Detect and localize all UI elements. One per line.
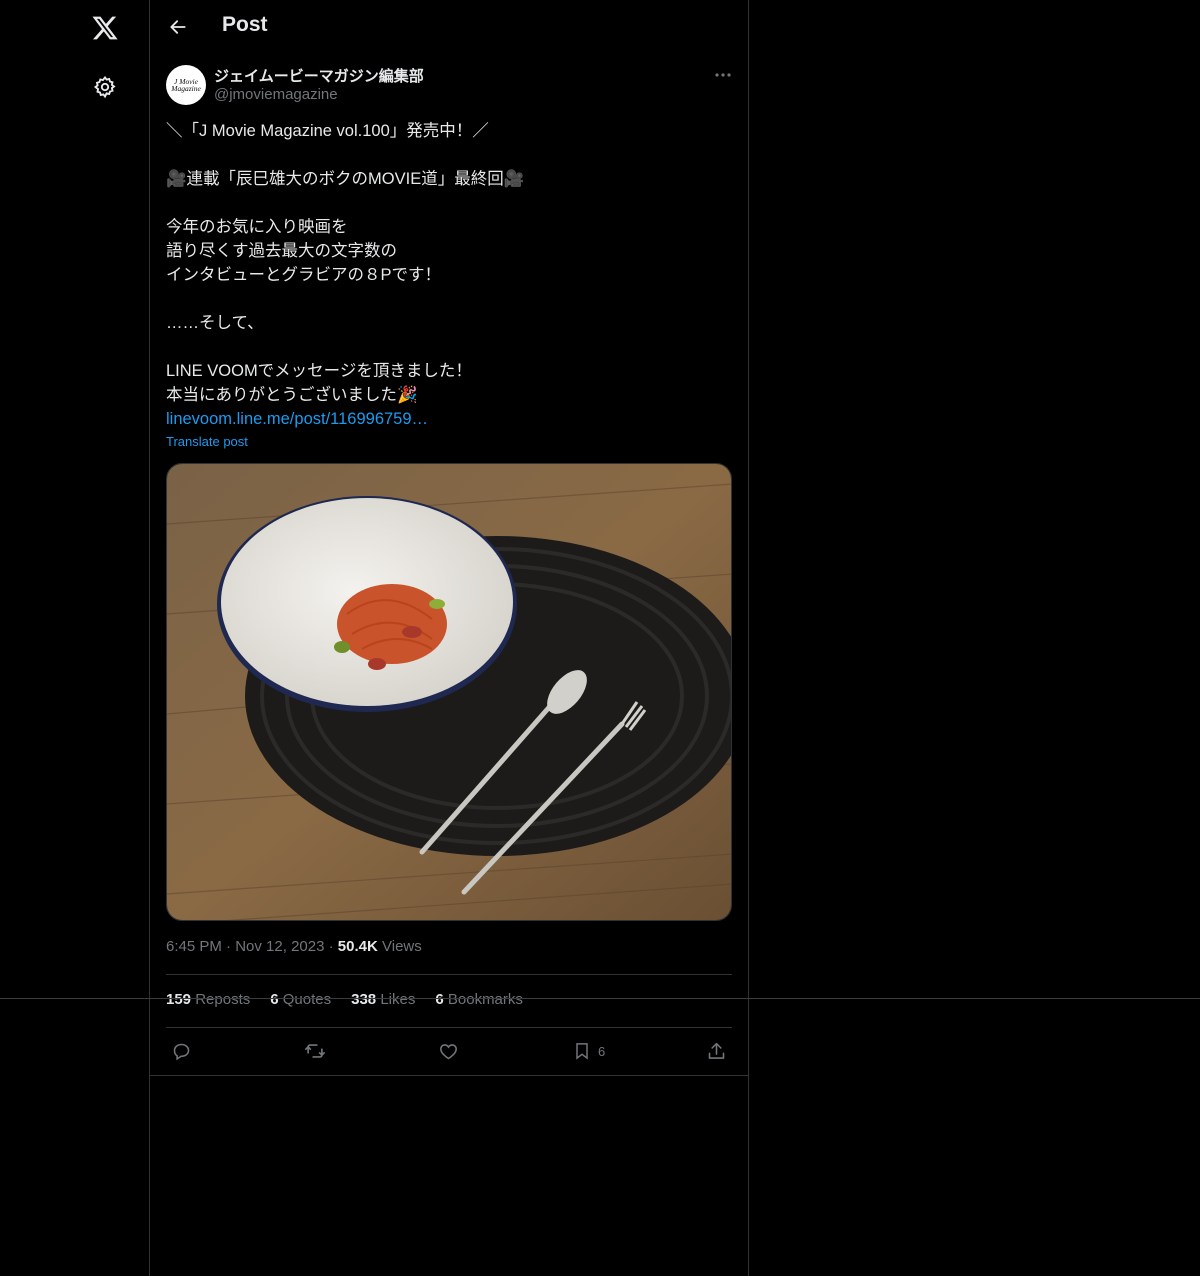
reply-icon[interactable] bbox=[171, 1038, 192, 1064]
quotes-label: Quotes bbox=[282, 991, 332, 1008]
bookmarks-count: 6 bbox=[435, 991, 444, 1008]
likes-count: 338 bbox=[351, 991, 377, 1008]
bookmark-count: 6 bbox=[598, 1043, 606, 1059]
back-arrow-icon[interactable] bbox=[164, 13, 192, 41]
post-column: Post J Movie Magazine ジェイムービーマガジン編集部 @jm… bbox=[150, 0, 749, 1276]
post-meta: 6:45 PM · Nov 12, 2023 · 50.4K Views bbox=[166, 938, 422, 955]
post-image[interactable] bbox=[166, 463, 732, 921]
bookmark-button[interactable]: 6 bbox=[572, 1038, 605, 1064]
meta-separator: · bbox=[226, 938, 236, 955]
post-link[interactable]: linevoom.line.me/post/116996759… bbox=[166, 407, 428, 431]
page-title: Post bbox=[222, 13, 268, 36]
gear-icon[interactable] bbox=[92, 74, 118, 100]
translate-post-link[interactable]: Translate post bbox=[166, 434, 248, 449]
views-label: Views bbox=[382, 938, 422, 955]
post-header: Post bbox=[150, 0, 748, 54]
repost-icon[interactable] bbox=[304, 1038, 326, 1064]
reposts-label: Reposts bbox=[195, 991, 251, 1008]
bookmark-icon bbox=[576, 1043, 588, 1060]
x-logo-icon[interactable] bbox=[88, 11, 122, 45]
author-handle[interactable]: @jmoviemagazine bbox=[214, 86, 338, 103]
meta-separator-2: · bbox=[328, 938, 338, 955]
author-name[interactable]: ジェイムービーマガジン編集部 bbox=[214, 65, 424, 86]
likes-label: Likes bbox=[380, 991, 416, 1008]
page: Post J Movie Magazine ジェイムービーマガジン編集部 @jm… bbox=[0, 0, 1200, 1276]
likes-stat[interactable]: 338 Likes bbox=[351, 991, 415, 1008]
quotes-stat[interactable]: 6 Quotes bbox=[270, 991, 331, 1008]
share-icon[interactable] bbox=[706, 1038, 727, 1064]
like-icon[interactable] bbox=[438, 1038, 459, 1064]
divider-3 bbox=[150, 1075, 748, 1076]
divider bbox=[166, 974, 732, 975]
divider-2 bbox=[166, 1027, 732, 1028]
more-icon[interactable] bbox=[710, 64, 736, 86]
post-time[interactable]: 6:45 PM bbox=[166, 938, 222, 955]
left-nav bbox=[0, 0, 150, 1276]
bookmarks-label: Bookmarks bbox=[447, 991, 523, 1008]
reposts-count: 159 bbox=[166, 991, 192, 1008]
post-text: ＼「J Movie Magazine vol.100」発売中！／ 🎥連載「辰巳雄… bbox=[166, 122, 525, 404]
post-date[interactable]: Nov 12, 2023 bbox=[235, 938, 324, 955]
avatar-logo-text: J Movie Magazine bbox=[171, 77, 201, 93]
horizontal-rule bbox=[0, 998, 1200, 999]
views-count: 50.4K bbox=[337, 938, 378, 955]
quotes-count: 6 bbox=[270, 991, 279, 1008]
action-bar: 6 bbox=[166, 1036, 732, 1066]
reposts-stat[interactable]: 159 Reposts bbox=[166, 991, 250, 1008]
bookmarks-stat[interactable]: 6 Bookmarks bbox=[435, 991, 523, 1008]
avatar[interactable]: J Movie Magazine bbox=[166, 65, 206, 105]
post-stats: 159 Reposts 6 Quotes 338 Likes 6 Bookmar… bbox=[166, 991, 523, 1008]
